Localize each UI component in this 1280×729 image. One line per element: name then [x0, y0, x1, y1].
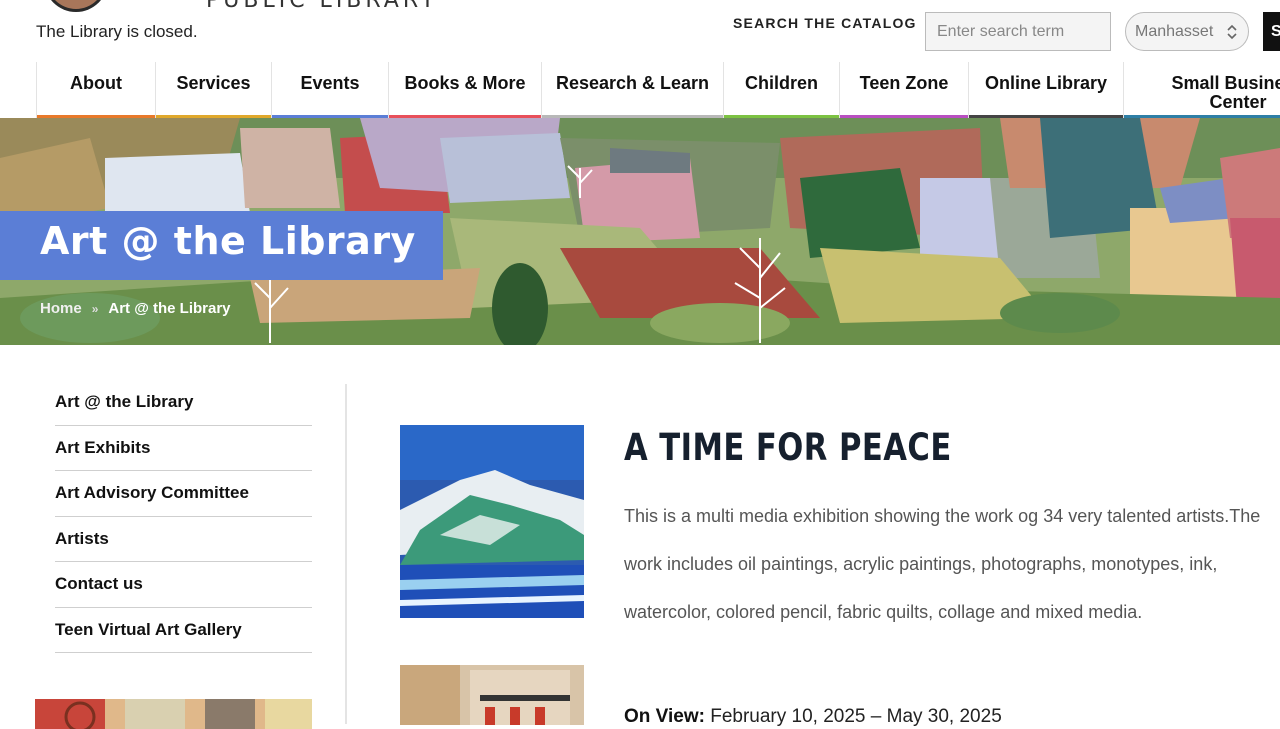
search-button[interactable]: S — [1263, 12, 1280, 51]
nav-item-teen-zone[interactable]: Teen Zone — [839, 62, 968, 120]
branch-select[interactable]: Manhasset — [1125, 12, 1249, 51]
nav-label: Books & More — [404, 73, 526, 93]
exhibit-title: A TIME FOR PEACE — [624, 426, 952, 469]
sidebar-item-art-advisory-committee[interactable]: Art Advisory Committee — [55, 471, 312, 517]
logo-text[interactable]: PUBLIC LIBRARY — [206, 0, 438, 13]
nav-item-services[interactable]: Services — [155, 62, 271, 120]
page-title: Art @ the Library — [40, 219, 416, 263]
exhibit-artwork-image-2[interactable] — [400, 665, 584, 725]
exhibit-description-line: This is a multi media exhibition showing… — [624, 506, 1261, 526]
nav-item-online-library[interactable]: Online Library — [968, 62, 1123, 120]
on-view-label: On View: — [624, 706, 705, 727]
sidebar-item-art-exhibits[interactable]: Art Exhibits — [55, 426, 312, 471]
nav-item-books-more[interactable]: Books & More — [388, 62, 541, 120]
exhibit-description-line: work includes oil paintings, acrylic pai… — [624, 554, 1218, 574]
nav-item-research-learn[interactable]: Research & Learn — [541, 62, 723, 120]
sidebar-item-artists[interactable]: Artists — [55, 517, 312, 562]
breadcrumb: Home » Art @ the Library — [40, 300, 231, 317]
sidebar-artwork-image[interactable] — [35, 699, 312, 729]
nav-label: Small Business Center — [1171, 73, 1280, 112]
nav-item-about[interactable]: About — [36, 62, 155, 120]
exhibit-description-line: watercolor, colored pencil, fabric quilt… — [624, 602, 1143, 622]
nav-label: Research & Learn — [555, 73, 710, 93]
branch-select-value: Manhasset — [1135, 22, 1214, 40]
select-arrows-icon — [1227, 24, 1237, 40]
nav-item-events[interactable]: Events — [271, 62, 388, 120]
nav-label: Services — [176, 73, 251, 93]
on-view-dates: February 10, 2025 – May 30, 2025 — [710, 706, 1002, 727]
breadcrumb-current: Art @ the Library — [108, 300, 231, 317]
exhibit-artwork-image[interactable] — [400, 425, 584, 618]
library-logo[interactable] — [44, 0, 108, 12]
column-divider — [345, 384, 347, 724]
sidebar-item-art-at-the-library[interactable]: Art @ the Library — [55, 380, 312, 426]
sidebar-item-contact-us[interactable]: Contact us — [55, 562, 312, 608]
search-input[interactable] — [925, 12, 1111, 51]
sidebar-nav: Art @ the Library Art Exhibits Art Advis… — [55, 380, 312, 653]
nav-label: Teen Zone — [859, 73, 949, 93]
exhibit-dates: On View: February 10, 2025 – May 30, 202… — [624, 706, 1002, 728]
sidebar-item-teen-virtual-art-gallery[interactable]: Teen Virtual Art Gallery — [55, 608, 312, 653]
nav-label: Online Library — [984, 73, 1108, 93]
nav-item-small-business-center[interactable]: Small Business Center — [1123, 62, 1280, 120]
breadcrumb-separator-icon: » — [91, 301, 99, 316]
nav-label: Children — [744, 73, 818, 93]
nav-label: Events — [300, 73, 360, 93]
library-status: The Library is closed. — [36, 22, 198, 41]
breadcrumb-home-link[interactable]: Home — [40, 300, 82, 317]
nav-item-children[interactable]: Children — [723, 62, 839, 120]
search-catalog-label: SEARCH THE CATALOG — [733, 15, 917, 31]
main-nav: About Services Events Books & More Resea… — [0, 62, 1280, 120]
nav-label: About — [70, 73, 122, 93]
